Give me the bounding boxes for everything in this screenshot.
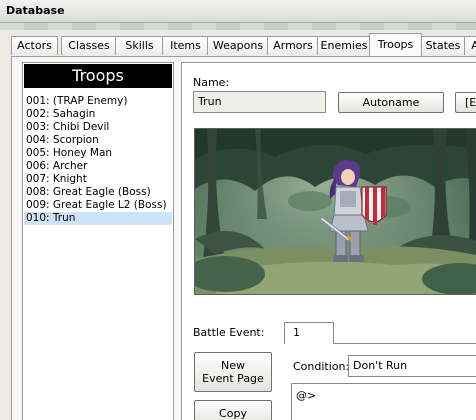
name-label: Name:: [193, 76, 230, 89]
condition-label: Condition:: [293, 360, 350, 373]
new-event-page-label-line1: New: [221, 359, 245, 372]
autoname-button[interactable]: Autoname: [338, 92, 444, 113]
event-command-list[interactable]: @>: [291, 383, 476, 420]
copy-event-page-button[interactable]: Copy: [194, 400, 272, 420]
list-item[interactable]: 006: Archer: [24, 160, 172, 173]
tab-animations[interactable]: A: [464, 36, 476, 55]
new-event-page-button[interactable]: New Event Page: [194, 352, 272, 392]
list-item[interactable]: 001: (TRAP Enemy): [24, 95, 172, 108]
list-item[interactable]: 005: Honey Man: [24, 147, 172, 160]
list-item[interactable]: 002: Sahagin: [24, 108, 172, 121]
battle-event-label: Battle Event:: [193, 326, 265, 339]
database-window: Database Actors Classes Skills Items Wea…: [0, 0, 476, 420]
list-item[interactable]: 009: Great Eagle L2 (Boss): [24, 199, 172, 212]
tab-troops[interactable]: Troops: [369, 33, 422, 56]
tab-armors[interactable]: Armors: [267, 36, 319, 55]
tab-items[interactable]: Items: [162, 36, 209, 55]
window-title: Database: [6, 4, 65, 17]
tab-weapons[interactable]: Weapons: [207, 36, 269, 55]
event-page-tab-1[interactable]: 1: [284, 322, 334, 344]
knight-sprite: [320, 160, 387, 262]
battle-preview[interactable]: [194, 128, 476, 295]
troops-list-header: Troops: [24, 64, 172, 88]
title-bar[interactable]: Database: [0, 0, 476, 23]
list-item-selected[interactable]: 010: Trun: [24, 212, 172, 225]
list-item[interactable]: 003: Chibi Devil: [24, 121, 172, 134]
new-event-page-label-line2: Event Page: [202, 372, 264, 385]
tab-states[interactable]: States: [420, 36, 466, 55]
event-command-line[interactable]: @>: [296, 389, 316, 402]
tab-skills[interactable]: Skills: [115, 36, 164, 55]
tab-classes[interactable]: Classes: [61, 36, 117, 55]
list-item[interactable]: 008: Great Eagle (Boss): [24, 186, 172, 199]
list-item[interactable]: 004: Scorpion: [24, 134, 172, 147]
tab-enemies[interactable]: Enemies: [317, 36, 371, 55]
condition-field[interactable]: Don't Run: [348, 355, 476, 377]
tab-actors[interactable]: Actors: [11, 36, 58, 55]
troops-list[interactable]: 001: (TRAP Enemy) 002: Sahagin 003: Chib…: [24, 95, 172, 225]
database-tabs: Actors Classes Skills Items Weapons Armo…: [11, 33, 476, 56]
edit-button[interactable]: [E: [455, 92, 476, 113]
list-item[interactable]: 007: Knight: [24, 173, 172, 186]
troop-name-field[interactable]: Trun: [193, 91, 326, 113]
troops-list-panel: Troops 001: (TRAP Enemy) 002: Sahagin 00…: [22, 62, 174, 420]
